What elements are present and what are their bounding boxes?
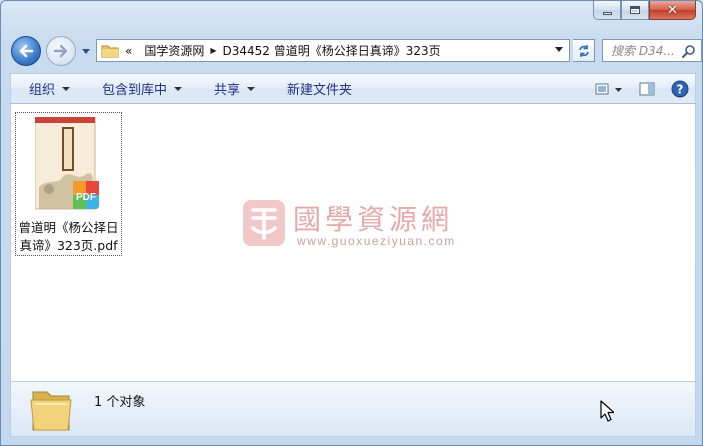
forward-button[interactable]	[46, 36, 76, 66]
address-bar[interactable]: « 国学资源网 ▶ D34452 曾道明《杨公择日真谛》323页	[96, 39, 570, 62]
minimize-button[interactable]	[593, 1, 621, 20]
refresh-button[interactable]	[573, 39, 595, 62]
breadcrumb-item-current-folder[interactable]: D34452 曾道明《杨公择日真谛》323页	[217, 42, 447, 59]
file-item-pdf[interactable]: PDF 曾道明《杨公择日 真谛》323页.pdf	[15, 112, 122, 256]
pdf-badge-text: PDF	[76, 192, 96, 203]
search-input[interactable]: 搜索 D34...	[602, 39, 702, 62]
help-icon: ?	[671, 80, 689, 97]
chevron-down-icon	[62, 86, 71, 91]
change-view-button[interactable]	[595, 82, 623, 96]
refresh-icon	[578, 44, 589, 57]
back-arrow-icon	[19, 44, 34, 58]
item-count-label: 1 个对象	[94, 395, 146, 410]
search-placeholder: 搜索 D34...	[611, 44, 675, 58]
maximize-button[interactable]	[621, 1, 649, 20]
include-in-library-label: 包含到库中	[102, 83, 168, 98]
folder-icon	[30, 391, 72, 431]
file-name-label[interactable]: 曾道明《杨公择日 真谛》323页.pdf	[16, 219, 121, 255]
breadcrumb-item-guoxue[interactable]: 国学资源网	[138, 42, 210, 59]
explorer-window: ✕ « 国学资源网 ▶ D34452 曾道明《杨公择日真谛》323页 搜索 D3…	[0, 0, 703, 446]
include-in-library-menu[interactable]: 包含到库中	[84, 74, 196, 103]
chevron-down-icon	[247, 86, 256, 91]
chevron-down-icon	[174, 86, 183, 91]
new-folder-button[interactable]: 新建文件夹	[269, 74, 366, 103]
breadcrumb-overflow[interactable]: «	[119, 44, 138, 58]
preview-pane-button[interactable]	[639, 82, 655, 96]
close-icon: ✕	[667, 2, 678, 18]
mouse-cursor-icon	[600, 400, 614, 422]
caption-buttons: ✕	[593, 1, 696, 21]
navigation-row: « 国学资源网 ▶ D34452 曾道明《杨公择日真谛》323页 搜索 D34.…	[11, 33, 702, 67]
preview-pane-icon	[639, 82, 655, 95]
maximize-icon	[630, 6, 640, 14]
view-options-icon	[595, 83, 622, 94]
file-list-pane[interactable]: PDF 曾道明《杨公择日 真谛》323页.pdf 國學資源網 www.guoxu…	[10, 104, 696, 381]
watermark-url: www.guoxueziyuan.com	[297, 234, 456, 248]
watermark-title: 國學資源網	[293, 203, 454, 236]
back-button[interactable]	[11, 36, 41, 66]
command-toolbar: 组织 包含到库中 共享 新建文件夹 ?	[10, 73, 696, 104]
new-folder-label: 新建文件夹	[287, 83, 353, 98]
address-dropdown-icon[interactable]	[555, 47, 563, 52]
search-icon[interactable]	[682, 44, 696, 58]
share-label: 共享	[214, 83, 241, 98]
pdf-thumbnail-icon: PDF	[35, 117, 99, 210]
file-name-line1: 曾道明《杨公择日	[18, 220, 119, 235]
folder-icon	[101, 45, 119, 57]
close-button[interactable]: ✕	[649, 1, 696, 20]
organize-label: 组织	[29, 83, 56, 98]
share-menu[interactable]: 共享	[196, 74, 269, 103]
toolbar-right-tools: ?	[579, 74, 689, 103]
details-status-bar: 1 个对象	[10, 381, 696, 437]
forward-arrow-icon	[53, 44, 68, 58]
organize-menu[interactable]: 组织	[11, 74, 84, 103]
file-name-line2: 真谛》323页.pdf	[19, 238, 118, 253]
site-watermark: 國學資源網 www.guoxueziyuan.com	[239, 194, 499, 254]
recent-pages-dropdown-icon[interactable]	[81, 46, 91, 56]
help-button[interactable]: ?	[671, 80, 689, 98]
watermark-logo-icon	[243, 200, 285, 246]
svg-text:?: ?	[677, 82, 684, 96]
minimize-icon	[602, 11, 612, 15]
